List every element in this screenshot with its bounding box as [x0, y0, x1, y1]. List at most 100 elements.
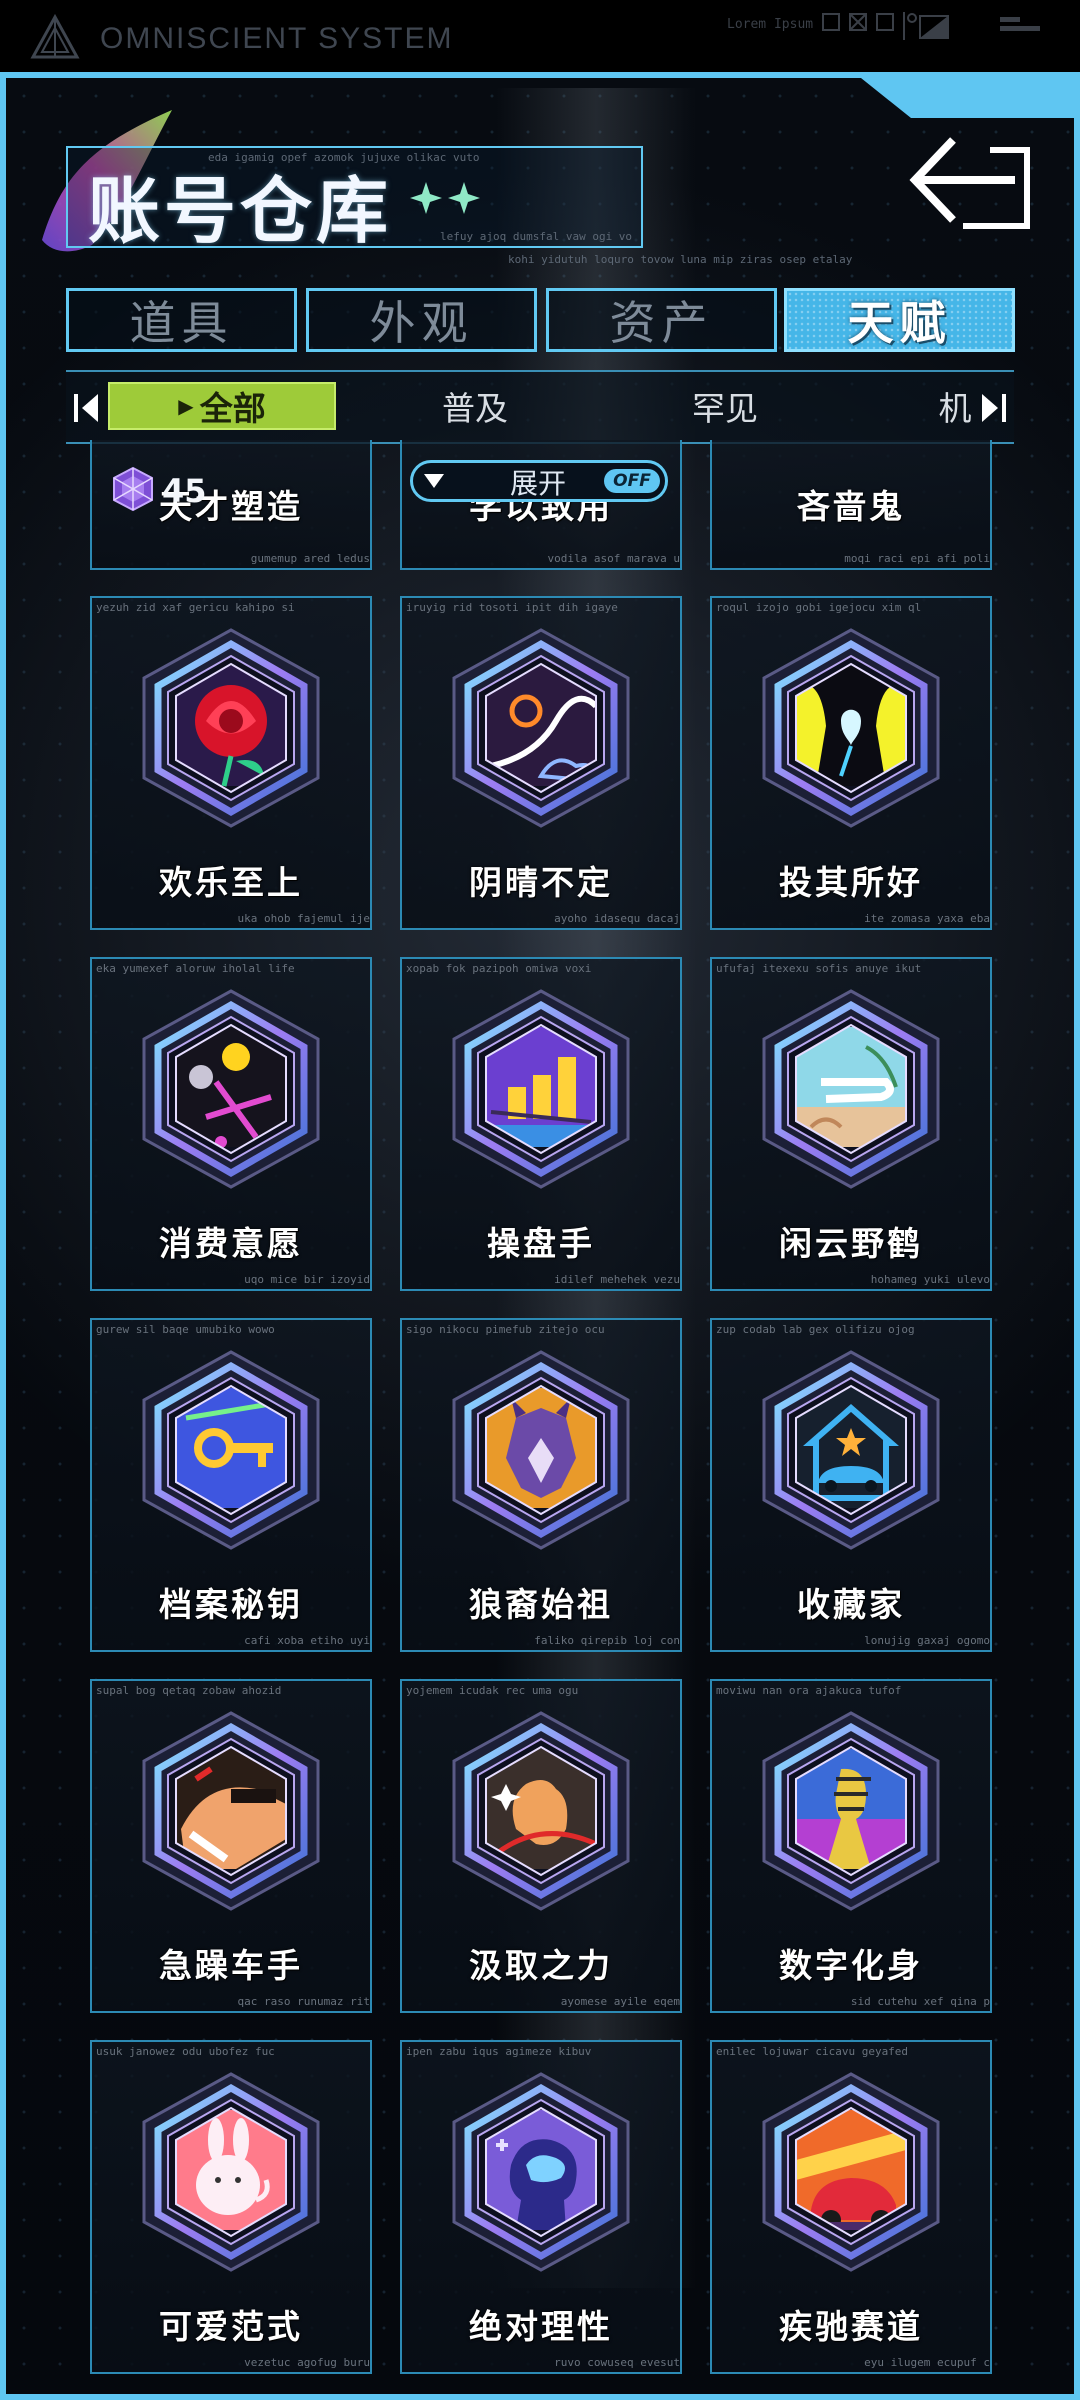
sub-tab-common[interactable]: 普及 — [410, 382, 540, 430]
talent-card[interactable]: roqul izojo gobi igejocu xim ql 投其所好 ite z… — [710, 596, 992, 930]
card-code-bottom: eyu ilugem ecupuf c — [864, 2356, 990, 2369]
system-indicator-icons — [822, 12, 1040, 40]
expand-label: 展开 — [510, 467, 567, 500]
card-code-bottom: idilef mehehek vezu — [554, 1273, 680, 1286]
tab-props[interactable]: 道具 — [66, 288, 297, 352]
card-code: vodila asof marava u — [547, 552, 680, 565]
talent-name: 急躁车手 — [159, 1946, 303, 1985]
card-code-bottom: ruvo cowuseq evesut — [554, 2356, 680, 2369]
card-code-top: eka yumexef aloruw iholal life — [96, 962, 295, 975]
talent-card[interactable]: enilec lojuwar cicavu geyafed 疾驰赛道 eyu ilu… — [710, 2040, 992, 2374]
driver-icon — [136, 1709, 326, 1913]
card-code-top: usuk janowez odu ubofez fuc — [96, 2045, 275, 2058]
talent-card-partial-3[interactable]: 吝啬鬼 moqi raci epi afi poli — [710, 440, 992, 570]
card-code-top: xopab fok pazipoh omiwa voxi — [406, 962, 592, 975]
sub-tab-prev-icon[interactable] — [74, 392, 102, 424]
sub-tab-rare[interactable]: 罕见 — [660, 382, 790, 430]
talent-card[interactable]: gurew sil baqe umubiko wowo 档案秘钥 cafi xoba… — [90, 1318, 372, 1652]
talent-name: 收藏家 — [797, 1585, 905, 1624]
talent-name: 操盘手 — [487, 1224, 595, 1263]
race-car-icon — [756, 2070, 946, 2274]
avatar-icon — [756, 1709, 946, 1913]
talent-card[interactable]: moviwu nan ora ajakuca tufof 数字化身 sid cute… — [710, 1679, 992, 2013]
talent-name: 吝啬鬼 — [797, 487, 905, 526]
talent-card[interactable]: iruyig rid tosoti ipit dih igaye 阴晴不定 ayoh… — [400, 596, 682, 930]
title-micro-text-3: kohi yidutuh loquro tovow luna mip ziras… — [508, 253, 853, 266]
sub-tab-all[interactable]: ▶ 全部 — [108, 382, 336, 430]
tab-talents[interactable]: 天赋 — [784, 288, 1015, 352]
talent-name: 档案秘钥 — [159, 1585, 303, 1624]
system-bar: OMNISCIENT SYSTEM Lorem Ipsum — [0, 0, 1080, 72]
back-button[interactable] — [905, 128, 1035, 233]
card-code-top: iruyig rid tosoti ipit dih igaye — [406, 601, 618, 614]
card-code-bottom: ayomese ayile eqem — [560, 1995, 680, 2008]
card-code-top: zup codab lab gex olifizu ojog — [716, 1323, 915, 1336]
card-code: gumemup ared ledus — [250, 552, 370, 565]
title-micro-text-2: lefuy ajoq dumsfal vaw ogi vo — [440, 230, 633, 243]
card-code-bottom: uka ohob fajemul ije — [237, 912, 370, 925]
cloud-landscape-icon — [756, 987, 946, 1191]
tab-assets[interactable]: 资产 — [546, 288, 777, 352]
card-code-top: yezuh zid xaf gericu kahipo si — [96, 601, 295, 614]
talent-name: 消费意愿 — [159, 1224, 303, 1263]
card-code-top: supal bog qetaq zobaw ahozid — [96, 1684, 282, 1697]
heart-silhouette-icon — [756, 626, 946, 830]
talent-name: 闲云野鹤 — [779, 1224, 923, 1263]
house-car-icon — [756, 1348, 946, 1552]
system-lorem: Lorem Ipsum — [727, 17, 814, 32]
card-code-top: enilec lojuwar cicavu geyafed — [716, 2045, 909, 2058]
shopping-icon — [136, 987, 326, 1191]
talent-card[interactable]: usuk janowez odu ubofez fuc 可爱范式 vezetuc a… — [90, 2040, 372, 2374]
card-code-top: ufufaj itexexu sofis anuye ikut — [716, 962, 922, 975]
card-code-bottom: cafi xoba etiho uyi — [244, 1634, 370, 1647]
card-code-bottom: uqo mice bir izoyid — [244, 1273, 370, 1286]
talent-card[interactable]: yojemem icudak rec uma ogu 汲取之力 ayomese ay… — [400, 1679, 682, 2013]
talent-card[interactable]: zup codab lab gex olifizu ojog 收藏家 lonujig… — [710, 1318, 992, 1652]
sub-tab-next-icon[interactable] — [978, 392, 1006, 424]
card-code-bottom: ite zomasa yaxa eba — [864, 912, 990, 925]
card-code-bottom: lonujig gaxaj ogomo — [864, 1634, 990, 1647]
talent-card[interactable]: xopab fok pazipoh omiwa voxi 操盘手 idilef me… — [400, 957, 682, 1291]
hand-icon — [446, 1709, 636, 1913]
talent-name: 疾驰赛道 — [779, 2307, 923, 2346]
card-code-top: yojemem icudak rec uma ogu — [406, 1684, 579, 1697]
sun-cloud-icon — [446, 626, 636, 830]
card-code-bottom: qac raso runumaz rit — [237, 1995, 370, 2008]
key-icon — [136, 1348, 326, 1552]
page-title: 账号仓库 — [88, 169, 393, 253]
sub-tab-all-label: 全部 — [199, 389, 266, 428]
card-code-bottom: sid cutehu xef qina p — [850, 1995, 990, 2008]
card-code-bottom: vezetuc agofug buru — [244, 2356, 370, 2369]
talent-card[interactable]: supal bog qetaq zobaw ahozid 急躁车手 qac raso… — [90, 1679, 372, 2013]
talent-name: 阴晴不定 — [469, 863, 613, 902]
talent-card[interactable]: ufufaj itexexu sofis anuye ikut 闲云野鹤 hoham… — [710, 957, 992, 1291]
talent-card[interactable]: yezuh zid xaf gericu kahipo si 欢乐至上 uka oh… — [90, 596, 372, 930]
talent-name: 可爱范式 — [159, 2307, 303, 2346]
card-code: moqi raci epi afi poli — [844, 552, 990, 565]
talent-name: 绝对理性 — [469, 2307, 613, 2346]
card-code-top: ipen zabu iqus agimeze kibuv — [406, 2045, 592, 2058]
tab-appearance[interactable]: 外观 — [306, 288, 537, 352]
talent-card[interactable]: eka yumexef aloruw iholal life 消费意愿 uqo mi… — [90, 957, 372, 1291]
talent-name: 投其所好 — [779, 863, 923, 902]
talent-count: 45 — [162, 472, 207, 510]
sub-tab-more[interactable]: 机 — [930, 382, 980, 430]
card-code-top: roqul izojo gobi igejocu xim ql — [716, 601, 922, 614]
expand-off-badge: OFF — [604, 469, 660, 493]
wolf-icon — [446, 1348, 636, 1552]
card-code-top: sigo nikocu pimefub zitejo ocu — [406, 1323, 605, 1336]
talent-card[interactable]: sigo nikocu pimefub zitejo ocu 狼裔始祖 faliko… — [400, 1318, 682, 1652]
talent-card[interactable]: ipen zabu iqus agimeze kibuv 绝对理性 ruvo cow… — [400, 2040, 682, 2374]
card-code-bottom: hohameg yuki ulevo — [870, 1273, 990, 1286]
card-code-bottom: faliko qirepib loj con — [534, 1634, 680, 1647]
talent-name: 狼裔始祖 — [469, 1585, 613, 1624]
card-code-top: gurew sil baqe umubiko wowo — [96, 1323, 275, 1336]
gem-icon — [113, 466, 153, 512]
talent-name: 欢乐至上 — [159, 863, 303, 902]
rose-icon — [136, 626, 326, 830]
card-code-bottom: ayoho idasequ dacaj — [554, 912, 680, 925]
bunny-icon — [136, 2070, 326, 2274]
card-code-top: moviwu nan ora ajakuca tufof — [716, 1684, 902, 1697]
system-title: OMNISCIENT SYSTEM — [100, 22, 454, 55]
bar-chart-icon — [446, 987, 636, 1191]
